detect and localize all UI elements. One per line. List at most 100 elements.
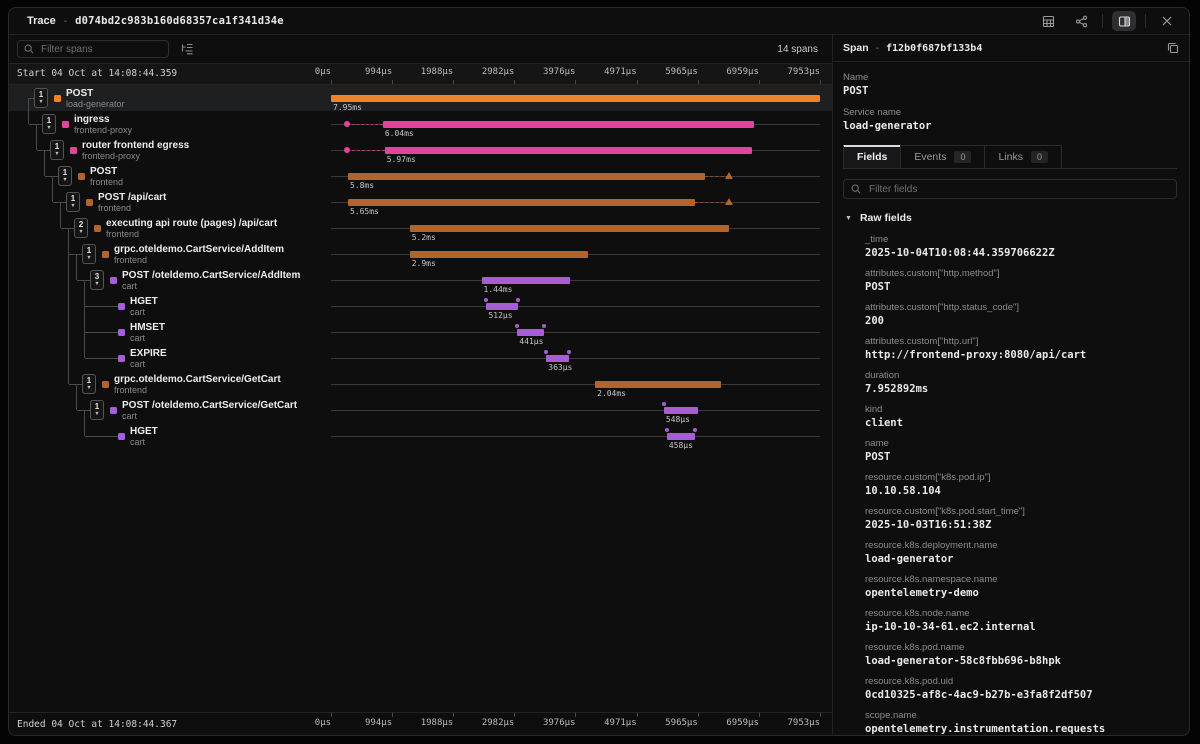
collapse-badge[interactable]: 1▼: [82, 374, 96, 394]
chevron-down-icon: ▼: [94, 282, 99, 288]
span-duration-label: 512µs: [488, 311, 512, 320]
span-bar[interactable]: [348, 199, 695, 206]
event-triangle-marker[interactable]: [725, 198, 733, 205]
collapse-badge[interactable]: 1▼: [34, 88, 48, 108]
timeline-guide-line: [331, 358, 820, 359]
chevron-down-icon: ▼: [54, 152, 59, 158]
field-key: name: [865, 438, 1177, 450]
event-dot[interactable]: [484, 298, 488, 302]
collapse-badge[interactable]: 1▼: [42, 114, 56, 134]
span-row[interactable]: EXPIREcart363µs: [9, 345, 832, 371]
filter-spans-box: [17, 40, 169, 58]
tab-label: Links: [998, 151, 1023, 163]
span-service-name: cart: [130, 307, 145, 317]
trace-id: d074bd2c983b160d68357ca1f341d34e: [75, 15, 284, 27]
side-panel-toggle-button[interactable]: [1112, 11, 1136, 31]
span-bar[interactable]: [348, 173, 705, 180]
collapse-badge[interactable]: 1▼: [90, 400, 104, 420]
span-row[interactable]: 1▼ingressfrontend-proxy6.04ms: [9, 111, 832, 137]
span-bar[interactable]: [486, 303, 517, 310]
span-duration-label: 2.04ms: [597, 389, 626, 398]
tree-connector: [85, 306, 118, 307]
axis-tick-label: 0µs: [315, 718, 331, 728]
title-separator: -: [64, 16, 67, 27]
span-bar[interactable]: [664, 407, 698, 414]
tree-view-toggle[interactable]: [181, 43, 194, 55]
timeline-axis-top: 0µs994µs1988µs2982µs3976µs4971µs5965µs69…: [331, 64, 820, 84]
collapse-badge[interactable]: 3▼: [90, 270, 104, 290]
tab-fields[interactable]: Fields: [843, 145, 901, 168]
table-icon: [1042, 15, 1055, 28]
tree-connector: [85, 358, 118, 359]
span-name: POST: [90, 166, 117, 177]
axis-tick-label: 1988µs: [421, 67, 454, 77]
span-row[interactable]: 1▼POSTload-generator7.95ms: [9, 85, 832, 111]
raw-fields-section-header[interactable]: ▼ Raw fields: [843, 212, 1177, 224]
span-bar[interactable]: [517, 329, 544, 336]
tab-events[interactable]: Events0: [900, 145, 985, 168]
span-bar[interactable]: [331, 95, 820, 102]
event-dot[interactable]: [344, 121, 350, 127]
span-id: f12b0f687bf133b4: [886, 43, 982, 54]
event-dot[interactable]: [665, 428, 669, 432]
waterfall-empty-area: [9, 449, 832, 712]
tab-links[interactable]: Links0: [984, 145, 1062, 168]
span-name-field: Name POST: [843, 72, 1177, 98]
timeline-footer: Ended 04 Oct at 14:08:44.367 0µs994µs198…: [9, 712, 832, 735]
event-dot[interactable]: [516, 298, 520, 302]
span-row[interactable]: 3▼POST /oteldemo.CartService/AddItemcart…: [9, 267, 832, 293]
span-row[interactable]: 2▼executing api route (pages) /api/cartf…: [9, 215, 832, 241]
span-bar[interactable]: [667, 433, 695, 440]
span-service-field: Service name load-generator: [843, 107, 1177, 133]
span-row[interactable]: 1▼POST /api/cartfrontend5.65ms: [9, 189, 832, 215]
event-dot[interactable]: [344, 147, 350, 153]
collapse-badge[interactable]: 1▼: [82, 244, 96, 264]
service-color-swatch: [94, 225, 101, 232]
collapse-badge[interactable]: 1▼: [66, 192, 80, 212]
span-row[interactable]: 1▼router frontend egressfrontend-proxy5.…: [9, 137, 832, 163]
span-duration-label: 1.44ms: [484, 285, 513, 294]
field-item: resource.custom["k8s.pod.start_time"]202…: [865, 506, 1177, 532]
event-triangle-marker[interactable]: [725, 172, 733, 179]
span-bar[interactable]: [383, 121, 754, 128]
event-dot[interactable]: [542, 324, 546, 328]
top-bar: Trace - d074bd2c983b160d68357ca1f341d34e: [9, 8, 1189, 35]
axis-tick-mark: [331, 80, 332, 84]
table-view-button[interactable]: [1036, 11, 1060, 31]
span-header-separator: -: [876, 43, 879, 54]
span-row[interactable]: 1▼POST /oteldemo.CartService/GetCartcart…: [9, 397, 832, 423]
span-row[interactable]: HMSETcart441µs: [9, 319, 832, 345]
collapse-badge[interactable]: 1▼: [50, 140, 64, 160]
span-row[interactable]: 1▼grpc.oteldemo.CartService/GetCartfront…: [9, 371, 832, 397]
close-button[interactable]: [1155, 11, 1179, 31]
event-dot[interactable]: [567, 350, 571, 354]
span-duration-label: 5.65ms: [350, 207, 379, 216]
span-row[interactable]: HGETcart512µs: [9, 293, 832, 319]
span-bar[interactable]: [410, 225, 730, 232]
event-dot[interactable]: [544, 350, 548, 354]
service-color-swatch: [118, 329, 125, 336]
collapse-badge[interactable]: 2▼: [74, 218, 88, 238]
span-row[interactable]: 1▼grpc.oteldemo.CartService/AddItemfront…: [9, 241, 832, 267]
event-dot[interactable]: [662, 402, 666, 406]
field-item: _time2025-10-04T10:08:44.359706622Z: [865, 234, 1177, 260]
span-row[interactable]: 1▼POSTfrontend5.8ms: [9, 163, 832, 189]
span-service-name: cart: [130, 437, 145, 447]
event-dot[interactable]: [515, 324, 519, 328]
span-bar[interactable]: [482, 277, 571, 284]
field-key: attributes.custom["http.method"]: [865, 268, 1177, 280]
share-button[interactable]: [1069, 11, 1093, 31]
axis-tick-label: 7953µs: [787, 718, 820, 728]
axis-tick-label: 0µs: [315, 67, 331, 77]
span-bar[interactable]: [595, 381, 720, 388]
span-bar[interactable]: [410, 251, 588, 258]
copy-span-id-button[interactable]: [1167, 42, 1179, 54]
span-bar[interactable]: [546, 355, 568, 362]
span-bar[interactable]: [385, 147, 752, 154]
event-dot[interactable]: [693, 428, 697, 432]
span-row[interactable]: HGETcart458µs: [9, 423, 832, 449]
filter-fields-input[interactable]: [867, 183, 1169, 196]
span-name: POST /oteldemo.CartService/GetCart: [122, 400, 297, 411]
collapse-badge[interactable]: 1▼: [58, 166, 72, 186]
filter-spans-input[interactable]: [39, 43, 162, 56]
